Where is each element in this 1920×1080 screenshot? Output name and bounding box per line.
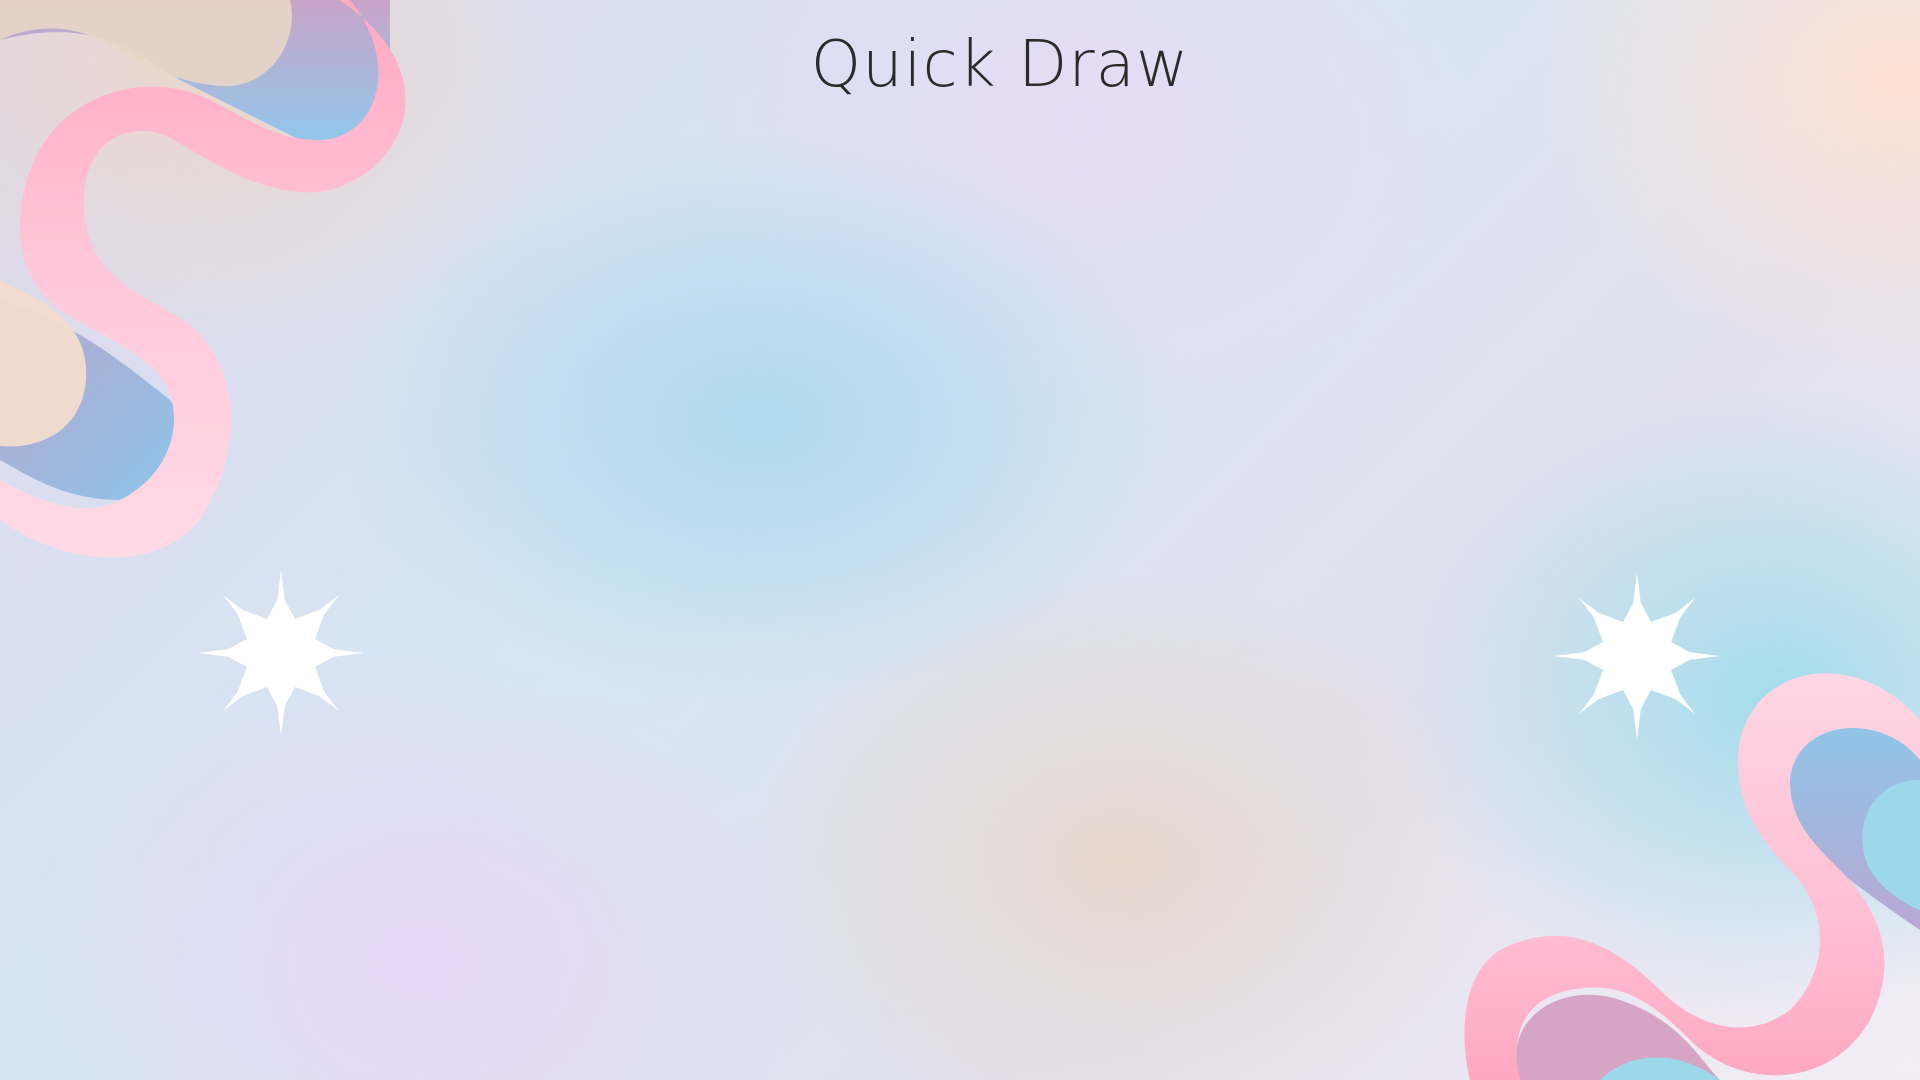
left-sparkle-star-icon bbox=[198, 570, 364, 736]
page-title: Quick Draw bbox=[810, 28, 1190, 102]
right-sparkle-star-icon bbox=[1554, 573, 1720, 739]
